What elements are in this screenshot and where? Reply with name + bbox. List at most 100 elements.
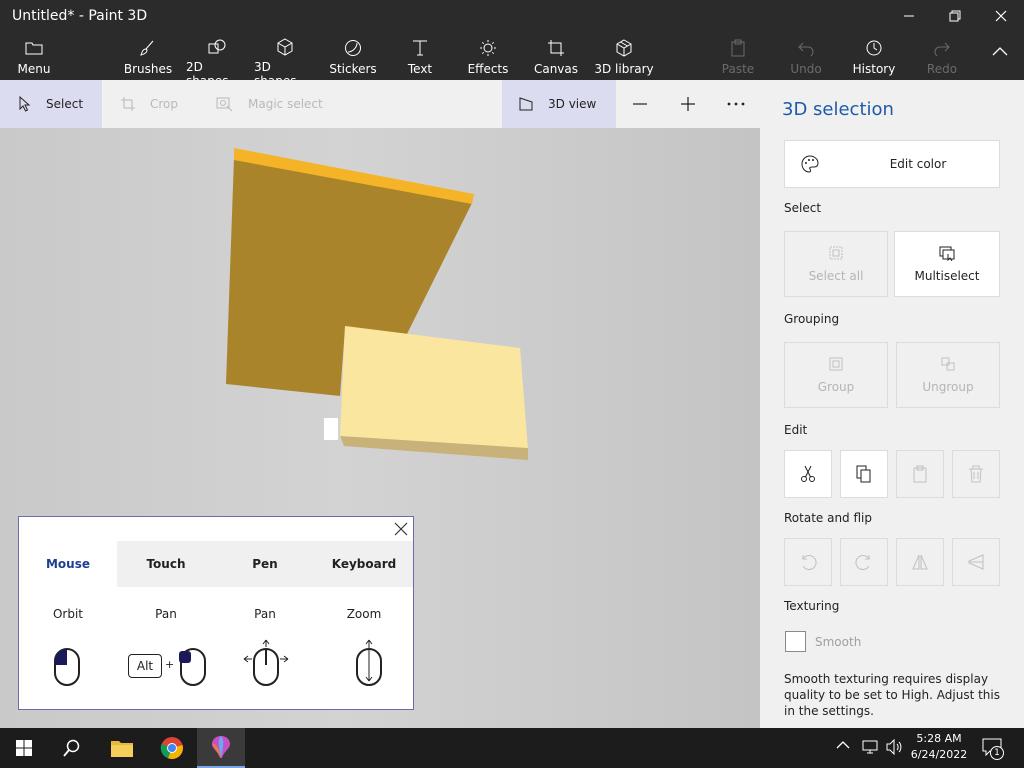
- paste-button[interactable]: Paste: [714, 32, 762, 80]
- 3d-view-button[interactable]: 3D view: [502, 80, 616, 128]
- clock[interactable]: 5:28 AM 6/24/2022: [906, 731, 972, 763]
- tab-mouse[interactable]: Mouse: [19, 541, 117, 587]
- trash-icon: [969, 465, 983, 483]
- tab-keyboard[interactable]: Keyboard: [315, 541, 413, 587]
- ungroup-label: Ungroup: [922, 380, 974, 394]
- mouse-click-icon: [177, 647, 207, 687]
- menu-label: Menu: [17, 62, 51, 76]
- redo-button[interactable]: Redo: [918, 32, 966, 80]
- history-label: History: [852, 62, 896, 76]
- brushes-button[interactable]: Brushes: [120, 32, 176, 80]
- paste-icon: [913, 465, 927, 483]
- select-section-label: Select: [784, 201, 822, 215]
- minimize-button[interactable]: [886, 0, 932, 32]
- restore-button[interactable]: [932, 0, 978, 32]
- select-all-button[interactable]: Select all: [784, 231, 888, 297]
- brush-icon: [138, 38, 158, 58]
- paint-3d-taskbar-button[interactable]: [197, 728, 245, 768]
- copy-button[interactable]: [840, 450, 888, 498]
- search-button[interactable]: [48, 728, 96, 768]
- 2d-shapes-button[interactable]: 2D shapes: [186, 32, 248, 88]
- sticker-icon: [343, 38, 363, 58]
- edit-section-label: Edit: [784, 423, 808, 437]
- restore-icon: [949, 10, 961, 22]
- show-hidden-icons-button[interactable]: [836, 740, 850, 750]
- magic-select-label: Magic select: [248, 97, 323, 111]
- tab-pen[interactable]: Pen: [216, 541, 314, 587]
- 3d-view-label: 3D view: [548, 97, 597, 111]
- sun-icon: [478, 38, 498, 58]
- flip-horizontal-icon: [912, 554, 928, 570]
- tool-options-bar: Select Crop Magic select 3D view: [0, 80, 760, 128]
- copy-icon: [856, 465, 871, 483]
- canvas-button[interactable]: Canvas: [532, 32, 580, 80]
- clock-time: 5:28 AM: [916, 732, 962, 745]
- action-center-button[interactable]: 1: [982, 738, 1010, 760]
- rotate-left-button[interactable]: [784, 538, 832, 586]
- 3d-library-button[interactable]: 3D library: [594, 32, 654, 80]
- group-button[interactable]: Group: [784, 342, 888, 408]
- more-options-button[interactable]: [722, 80, 750, 128]
- text-button[interactable]: Text: [396, 32, 444, 80]
- multiselect-label: Multiselect: [914, 269, 980, 283]
- navigation-help-panel: Mouse Touch Pen Keyboard Orbit Pan Pan Z…: [18, 516, 414, 710]
- small-white-object[interactable]: [324, 418, 338, 440]
- zoom-out-button[interactable]: [626, 80, 654, 128]
- file-explorer-button[interactable]: [98, 728, 146, 768]
- flip-vertical-button[interactable]: [952, 538, 1000, 586]
- mouse-left-button-icon: [53, 647, 81, 687]
- mouse-scroll-icon: [355, 639, 383, 687]
- history-button[interactable]: History: [848, 32, 900, 80]
- smooth-checkbox[interactable]: [785, 631, 806, 652]
- chrome-button[interactable]: [148, 728, 196, 768]
- folder-icon: [111, 741, 133, 757]
- 3d-shapes-button[interactable]: 3D shapes: [254, 32, 316, 88]
- canvas-label: Canvas: [533, 62, 579, 76]
- light-yellow-3d-object[interactable]: [340, 326, 528, 450]
- select-button[interactable]: Select: [0, 80, 102, 128]
- help-close-button[interactable]: [393, 521, 411, 539]
- rotate-right-button[interactable]: [840, 538, 888, 586]
- close-button[interactable]: [978, 0, 1024, 32]
- minus-icon: [633, 103, 647, 105]
- window-title: Untitled* - Paint 3D: [12, 8, 148, 24]
- 3d-view-icon: [518, 96, 534, 112]
- clock-date: 6/24/2022: [910, 748, 968, 761]
- 3d-library-icon: [614, 38, 634, 58]
- flip-horizontal-button[interactable]: [896, 538, 944, 586]
- multiselect-button[interactable]: Multiselect: [894, 231, 1000, 297]
- undo-button[interactable]: Undo: [782, 32, 830, 80]
- stickers-button[interactable]: Stickers: [326, 32, 380, 80]
- smooth-note: Smooth texturing requires display qualit…: [784, 672, 1000, 718]
- cube-icon: [275, 38, 295, 56]
- select-label: Select: [46, 97, 84, 111]
- cut-button[interactable]: [784, 450, 832, 498]
- effects-button[interactable]: Effects: [464, 32, 512, 80]
- network-button[interactable]: [862, 739, 880, 755]
- minimize-icon: [904, 15, 914, 17]
- crop-button[interactable]: Crop: [120, 80, 200, 128]
- menu-button[interactable]: Menu: [8, 32, 60, 80]
- scissors-icon: [801, 465, 815, 482]
- chrome-icon: [160, 737, 183, 760]
- magic-select-button[interactable]: Magic select: [216, 80, 346, 128]
- chevron-up-icon: [836, 741, 850, 749]
- alt-key-icon: Alt: [128, 654, 162, 678]
- panel-title: 3D selection: [782, 99, 894, 120]
- orbit-label: Orbit: [52, 607, 84, 621]
- collapse-ribbon-button[interactable]: [984, 32, 1016, 80]
- history-icon: [864, 38, 884, 58]
- stickers-label: Stickers: [329, 62, 377, 76]
- 2d-shapes-icon: [207, 38, 227, 56]
- delete-button[interactable]: [952, 450, 1000, 498]
- paste-side-button[interactable]: [896, 450, 944, 498]
- zoom-in-button[interactable]: [674, 80, 702, 128]
- texturing-section-label: Texturing: [784, 599, 840, 613]
- start-button[interactable]: [0, 728, 48, 768]
- paste-icon: [728, 38, 748, 58]
- volume-button[interactable]: [886, 739, 904, 755]
- ungroup-button[interactable]: Ungroup: [896, 342, 1000, 408]
- pan-label: Pan: [254, 607, 276, 621]
- tab-touch[interactable]: Touch: [117, 541, 215, 587]
- edit-color-button[interactable]: Edit color: [784, 140, 1000, 188]
